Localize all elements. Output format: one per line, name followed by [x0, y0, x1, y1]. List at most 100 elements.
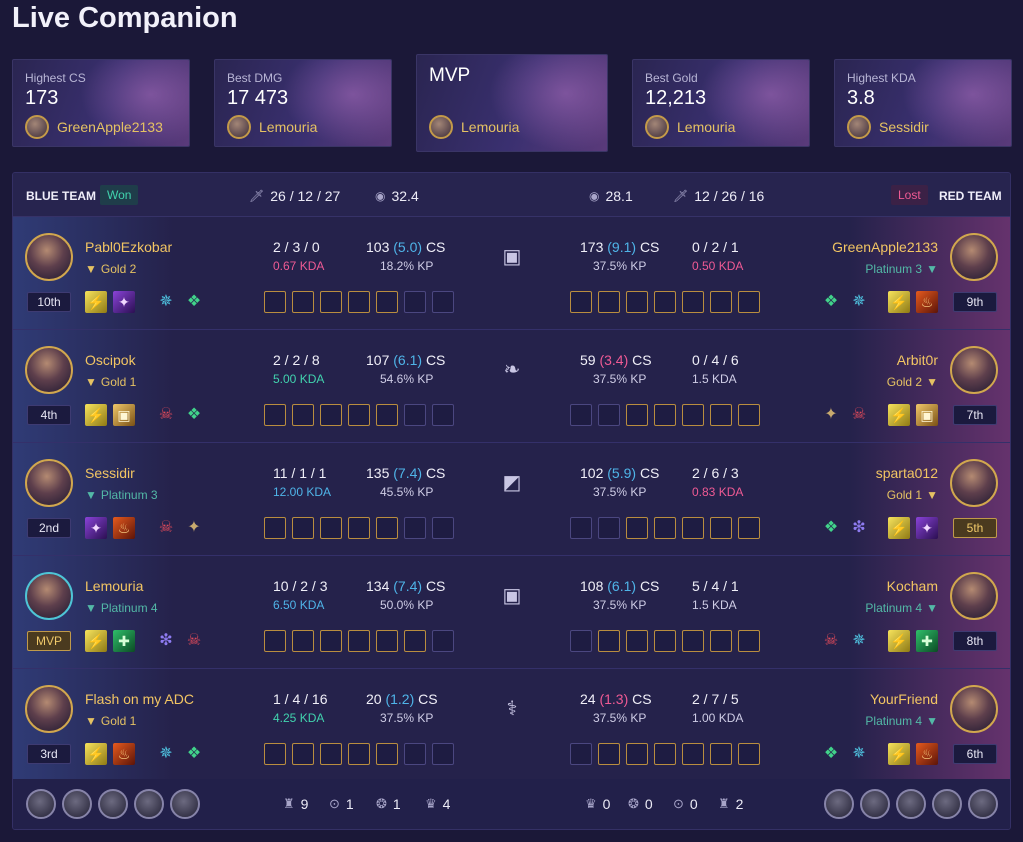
blue-player-name[interactable]: Oscipok — [85, 352, 136, 368]
item-slot[interactable] — [320, 517, 342, 539]
item-slot[interactable] — [682, 517, 704, 539]
item-slot[interactable] — [432, 291, 454, 313]
item-slot[interactable] — [432, 517, 454, 539]
heal-spell-icon[interactable]: ✚ — [916, 630, 938, 652]
item-slot[interactable] — [710, 743, 732, 765]
red-champion-portrait[interactable] — [950, 572, 998, 620]
item-slot[interactable] — [376, 291, 398, 313]
resolve-rune-icon[interactable]: ❖ — [820, 743, 842, 765]
blue-champion-portrait[interactable] — [25, 233, 73, 281]
item-slot[interactable] — [738, 517, 760, 539]
sorcery-rune-icon[interactable]: ❇ — [848, 517, 870, 539]
blue-champion-portrait[interactable] — [25, 346, 73, 394]
item-slot[interactable] — [570, 291, 592, 313]
item-slot[interactable] — [682, 291, 704, 313]
item-slot[interactable] — [264, 743, 286, 765]
precision-rune-icon[interactable]: ✦ — [183, 517, 205, 539]
item-slot[interactable] — [264, 291, 286, 313]
flash-spell-icon[interactable]: ⚡ — [888, 291, 910, 313]
item-slot[interactable] — [654, 630, 676, 652]
blue-player-name[interactable]: Sessidir — [85, 465, 135, 481]
item-slot[interactable] — [320, 630, 342, 652]
item-slot[interactable] — [626, 404, 648, 426]
inspiration-rune-icon[interactable]: ✵ — [848, 630, 870, 652]
item-slot[interactable] — [598, 630, 620, 652]
resolve-rune-icon[interactable]: ❖ — [183, 404, 205, 426]
item-slot[interactable] — [738, 630, 760, 652]
item-slot[interactable] — [404, 291, 426, 313]
item-slot[interactable] — [710, 517, 732, 539]
item-slot[interactable] — [570, 630, 592, 652]
red-player-name[interactable]: Arbit0r — [897, 352, 938, 368]
item-slot[interactable] — [626, 630, 648, 652]
item-slot[interactable] — [348, 404, 370, 426]
domination-rune-icon[interactable]: ☠ — [155, 517, 177, 539]
highlight-card-highest-cs[interactable]: Highest CS 173 GreenApple2133 — [12, 59, 190, 147]
blue-player-name[interactable]: Lemouria — [85, 578, 143, 594]
inspiration-rune-icon[interactable]: ✵ — [848, 743, 870, 765]
highlight-card-best-gold[interactable]: Best Gold 12,213 Lemouria — [632, 59, 810, 147]
item-slot[interactable] — [264, 517, 286, 539]
flash-spell-icon[interactable]: ⚡ — [85, 630, 107, 652]
ignite-spell-icon[interactable]: ♨ — [916, 291, 938, 313]
flash-spell-icon[interactable]: ⚡ — [888, 517, 910, 539]
item-slot[interactable] — [570, 404, 592, 426]
smite-spell-icon[interactable]: ✦ — [916, 517, 938, 539]
item-slot[interactable] — [376, 404, 398, 426]
item-slot[interactable] — [348, 291, 370, 313]
item-slot[interactable] — [682, 743, 704, 765]
item-slot[interactable] — [292, 743, 314, 765]
item-slot[interactable] — [292, 404, 314, 426]
red-champion-portrait[interactable] — [950, 685, 998, 733]
ignite-spell-icon[interactable]: ♨ — [916, 743, 938, 765]
item-slot[interactable] — [404, 630, 426, 652]
item-slot[interactable] — [598, 517, 620, 539]
red-champion-portrait[interactable] — [950, 459, 998, 507]
item-slot[interactable] — [710, 291, 732, 313]
item-slot[interactable] — [348, 743, 370, 765]
flash-spell-icon[interactable]: ⚡ — [888, 630, 910, 652]
item-slot[interactable] — [598, 404, 620, 426]
smite-spell-icon[interactable]: ✦ — [113, 291, 135, 313]
flash-spell-icon[interactable]: ⚡ — [85, 291, 107, 313]
blue-player-name[interactable]: Flash on my ADC — [85, 691, 194, 707]
item-slot[interactable] — [570, 517, 592, 539]
ignite-spell-icon[interactable]: ♨ — [113, 517, 135, 539]
item-slot[interactable] — [654, 743, 676, 765]
item-slot[interactable] — [570, 743, 592, 765]
item-slot[interactable] — [432, 743, 454, 765]
item-slot[interactable] — [404, 743, 426, 765]
item-slot[interactable] — [292, 291, 314, 313]
item-slot[interactable] — [626, 291, 648, 313]
item-slot[interactable] — [320, 291, 342, 313]
blue-player-name[interactable]: Pabl0Ezkobar — [85, 239, 172, 255]
domination-rune-icon[interactable]: ☠ — [848, 404, 870, 426]
barrier-spell-icon[interactable]: ▣ — [916, 404, 938, 426]
item-slot[interactable] — [654, 404, 676, 426]
resolve-rune-icon[interactable]: ❖ — [820, 291, 842, 313]
item-slot[interactable] — [404, 404, 426, 426]
item-slot[interactable] — [432, 630, 454, 652]
item-slot[interactable] — [710, 630, 732, 652]
heal-spell-icon[interactable]: ✚ — [113, 630, 135, 652]
item-slot[interactable] — [626, 743, 648, 765]
ignite-spell-icon[interactable]: ♨ — [113, 743, 135, 765]
item-slot[interactable] — [432, 404, 454, 426]
inspiration-rune-icon[interactable]: ✵ — [848, 291, 870, 313]
item-slot[interactable] — [348, 630, 370, 652]
flash-spell-icon[interactable]: ⚡ — [85, 404, 107, 426]
highlight-card-best-dmg[interactable]: Best DMG 17 473 Lemouria — [214, 59, 392, 147]
item-slot[interactable] — [738, 291, 760, 313]
highlight-card-highest-kda[interactable]: Highest KDA 3.8 Sessidir — [834, 59, 1012, 147]
item-slot[interactable] — [320, 743, 342, 765]
red-player-name[interactable]: Kocham — [887, 578, 938, 594]
red-champion-portrait[interactable] — [950, 233, 998, 281]
domination-rune-icon[interactable]: ☠ — [183, 630, 205, 652]
item-slot[interactable] — [348, 517, 370, 539]
item-slot[interactable] — [264, 404, 286, 426]
flash-spell-icon[interactable]: ⚡ — [888, 404, 910, 426]
flash-spell-icon[interactable]: ⚡ — [888, 743, 910, 765]
smite-spell-icon[interactable]: ✦ — [85, 517, 107, 539]
blue-champion-portrait[interactable] — [25, 459, 73, 507]
precision-rune-icon[interactable]: ✦ — [820, 404, 842, 426]
